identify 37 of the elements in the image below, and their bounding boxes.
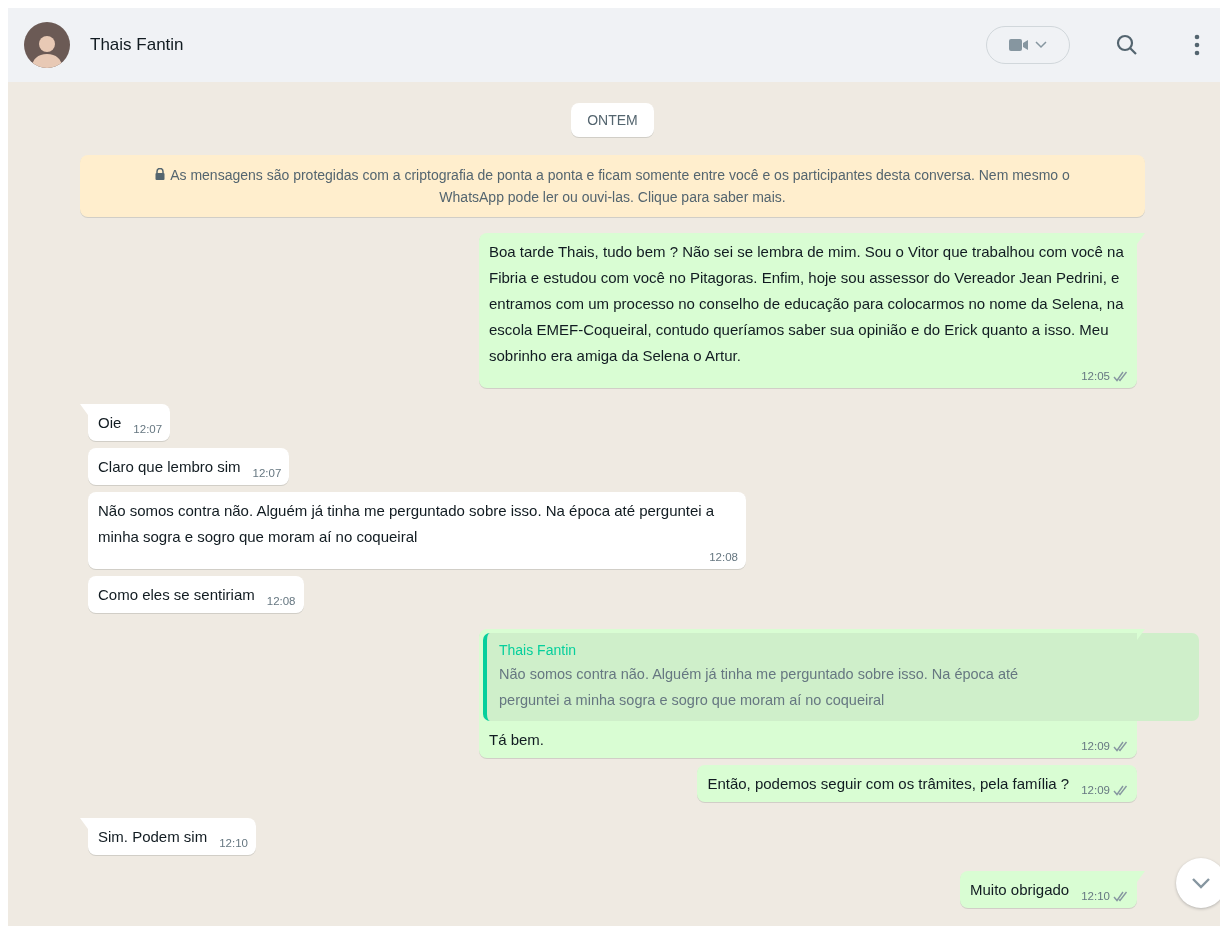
lock-icon: [155, 168, 166, 180]
message-time: 12:07: [133, 422, 163, 437]
date-chip: ONTEM: [571, 103, 654, 137]
message-time: 12:08: [266, 594, 296, 609]
message-text: Sim. Podem sim: [98, 827, 208, 847]
contact-name[interactable]: Thais Fantin: [90, 35, 966, 55]
double-check-icon: [1113, 891, 1129, 902]
message-text: Boa tarde Thais, tudo bem ? Não sei se lembra de mim. Sou o Vitor que trabalhou com você na Fibria e estudou com você no Pitagoras. Enfim, hoje sou assessor do Vereador Jean Pedrini, e entramos com um processo no conselho de educação para colocarmos no nome da Selena, na escola EMEF-Coqueiral, contudo queríamos saber sua opinião e do Erick quanto a isso. Meu sobrinho era amiga da Selena o Artur.: [489, 242, 1125, 366]
double-check-icon: [1113, 785, 1129, 796]
message-time: 12:09: [1081, 783, 1110, 798]
message-time: 12:05: [1081, 369, 1110, 384]
video-camera-icon: [1009, 38, 1029, 52]
contact-avatar[interactable]: [24, 22, 70, 68]
search-icon: [1116, 34, 1138, 56]
quoted-author: Thais Fantin: [499, 641, 578, 660]
message-time: 12:10: [1081, 889, 1110, 904]
double-check-icon: [1113, 371, 1129, 382]
message-text: Oie: [98, 413, 122, 433]
message-text: Tá bem.: [489, 730, 545, 750]
person-silhouette-icon: [32, 34, 62, 68]
message-text: Como eles se sentiriam: [98, 585, 255, 605]
message-time: 12:08: [709, 550, 738, 565]
caret-icon: [1035, 41, 1047, 49]
message-time: 12:07: [252, 466, 282, 481]
quoted-message[interactable]: Thais Fantin Não somos contra não. Alguém já tinha me perguntado sobre isso. Na época até perguntei a minha sogra e sogro que moram aí no coqueiral: [483, 633, 1199, 721]
message-text: Claro que lembro sim: [98, 457, 241, 477]
message-text: Muito obrigado: [970, 880, 1070, 900]
message-text: Não somos contra não. Alguém já tinha me perguntado sobre isso. Na época até perguntei a minha sogra e sogro que moram aí no coqueiral: [98, 501, 716, 547]
message-time: 12:10: [219, 836, 248, 851]
message-text: Então, podemos seguir com os trâmites, pela família ?: [707, 774, 1070, 794]
quoted-text: Não somos contra não. Alguém já tinha me perguntado sobre isso. Na época até perguntei a minha sogra e sogro que moram aí no coqueiral: [499, 665, 1020, 710]
encryption-notice[interactable]: As mensagens são protegidas com a criptografia de ponta a ponta e ficam somente entre você e os participantes desta conversa. Nem mesmo o WhatsApp pode ler ou ouvi-las. Clique para saber mais.: [80, 155, 1145, 217]
kebab-menu-icon: [1194, 34, 1200, 56]
chevron-down-icon: [1191, 877, 1211, 889]
message-time: 12:09: [1081, 739, 1110, 754]
double-check-icon: [1113, 741, 1129, 752]
video-call-button[interactable]: [986, 26, 1070, 64]
